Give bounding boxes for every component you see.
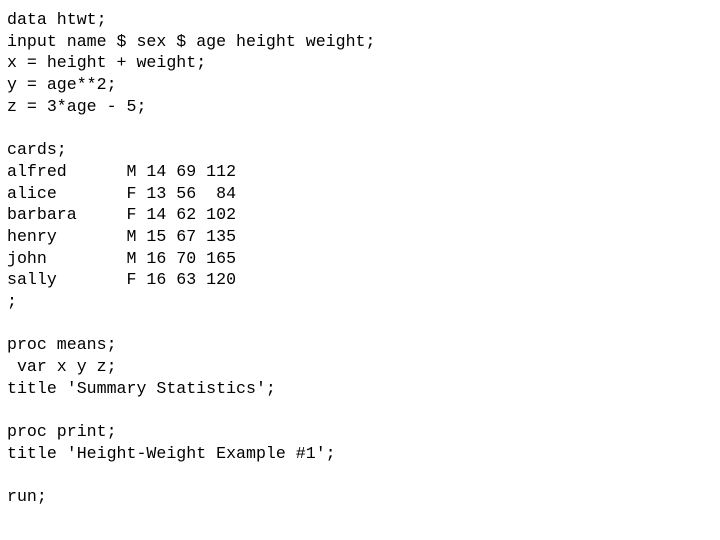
- code-line: y = age**2;: [7, 75, 117, 95]
- code-line: data htwt;: [7, 10, 107, 29]
- data-row: alice F 13 56 84: [7, 183, 237, 203]
- data-row: barbara F 14 62 102: [7, 205, 237, 225]
- code-line: x = height + weight;: [7, 53, 207, 73]
- code-line-title-means: title 'Summary Statistics';: [7, 378, 276, 398]
- code-line-title-print: title 'Height-Weight Example #1';: [7, 443, 336, 463]
- data-row: john M 16 70 165: [7, 248, 237, 268]
- code-line: z = 3*age - 5;: [7, 96, 147, 116]
- code-line-end-of-data: ;: [7, 291, 17, 311]
- data-row: sally F 16 63 120: [7, 270, 237, 290]
- data-row: henry M 15 67 135: [7, 226, 237, 246]
- code-line-var: var x y z;: [7, 357, 117, 376]
- code-line-run: run;: [7, 487, 47, 507]
- code-listing[interactable]: data htwt; input name $ sex $ age height …: [7, 9, 375, 508]
- code-line-cards: cards;: [7, 140, 67, 160]
- code-line: input name $ sex $ age height weight;: [7, 31, 376, 51]
- code-line-proc-print: proc print;: [7, 422, 117, 442]
- code-line-proc-means: proc means;: [7, 335, 117, 355]
- data-row: alfred M 14 69 112: [7, 161, 237, 181]
- program-listing-screen: data htwt; input name $ sex $ age height …: [0, 0, 720, 540]
